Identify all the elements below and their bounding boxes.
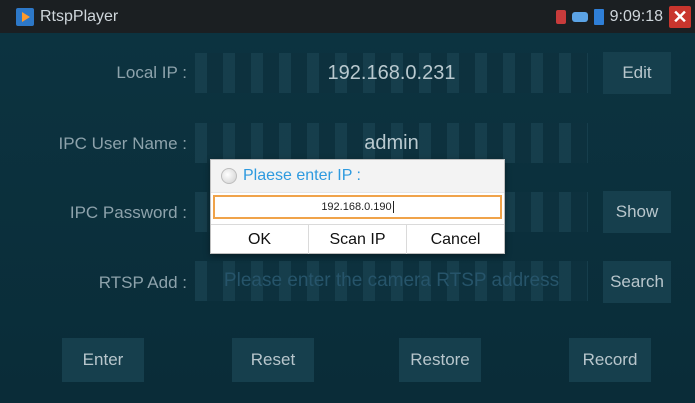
- record-button[interactable]: Record: [569, 338, 651, 382]
- restore-button[interactable]: Restore: [399, 338, 481, 382]
- plug-icon: [571, 11, 588, 22]
- ok-button[interactable]: OK: [211, 225, 309, 254]
- close-icon[interactable]: ✕: [669, 5, 691, 28]
- enter-ip-dialog: Plaese enter IP : 192.168.0.190 OK Scan …: [210, 159, 505, 254]
- user-name-field[interactable]: admin: [195, 123, 588, 163]
- edit-button[interactable]: Edit: [603, 52, 671, 94]
- rtsp-placeholder: Please enter the camera RTSP address: [223, 270, 560, 291]
- password-label: IPC Password :: [69, 203, 187, 222]
- dialog-title: Plaese enter IP :: [243, 167, 361, 184]
- local-ip-field[interactable]: 192.168.0.231: [195, 53, 588, 93]
- dialog-header: Plaese enter IP :: [211, 160, 504, 193]
- app-title: RtspPlayer: [40, 8, 119, 25]
- show-button[interactable]: Show: [603, 191, 671, 233]
- clock: 9:09:18: [609, 7, 663, 25]
- user-name-label: IPC User Name :: [58, 134, 187, 153]
- reset-button[interactable]: Reset: [232, 338, 314, 382]
- status-bar: RtspPlayer 9:09:18 ✕: [0, 0, 695, 33]
- cancel-button[interactable]: Cancel: [407, 225, 504, 254]
- dialog-buttons: OK Scan IP Cancel: [211, 224, 504, 254]
- rtsp-address-field[interactable]: Please enter the camera RTSP address: [195, 261, 588, 301]
- info-icon: [221, 168, 237, 184]
- app-icon: [16, 8, 34, 26]
- scan-ip-button[interactable]: Scan IP: [309, 225, 407, 254]
- ip-input[interactable]: 192.168.0.190: [213, 195, 502, 219]
- alarm-icon: [555, 9, 566, 24]
- enter-button[interactable]: Enter: [62, 338, 144, 382]
- rtsp-label: RTSP Add :: [98, 273, 187, 292]
- search-button[interactable]: Search: [603, 261, 671, 303]
- status-indicators: 9:09:18 ✕: [555, 0, 695, 33]
- battery-icon: [593, 8, 604, 25]
- local-ip-label: Local IP :: [116, 63, 187, 82]
